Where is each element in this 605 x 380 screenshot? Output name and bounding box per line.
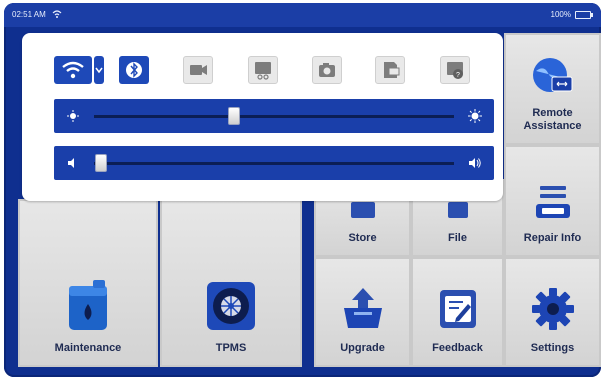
settings-tile[interactable]: Settings [504, 257, 601, 367]
file-label: File [448, 232, 467, 244]
tpms-tile[interactable]: TPMS [160, 199, 302, 367]
screenshot-icon [255, 62, 271, 80]
status-bar: 02:51 AM 100% [4, 3, 601, 27]
repair-info-icon [535, 186, 570, 218]
repair-info-label: Repair Info [523, 232, 582, 244]
store-icon [350, 202, 375, 218]
file-icon [447, 202, 468, 218]
volume-track [94, 162, 454, 165]
camera-button[interactable] [312, 56, 342, 84]
volume-high-icon [469, 158, 481, 168]
remote-assistance-label: Remote Assistance [523, 107, 582, 132]
maintenance-label: Maintenance [54, 342, 122, 354]
sd-card-button[interactable] [375, 56, 405, 84]
wifi-icon [62, 61, 84, 79]
repair-info-tile[interactable]: Repair Info [504, 145, 601, 257]
bluetooth-toggle[interactable] [119, 56, 149, 84]
bluetooth-icon [126, 62, 142, 78]
tpms-icon [207, 282, 255, 330]
maintenance-icon [69, 280, 107, 330]
remote-assistance-tile[interactable]: Remote Assistance [504, 33, 601, 145]
volume-low-icon [68, 158, 74, 168]
brightness-slider[interactable] [54, 99, 494, 133]
feedback-icon [439, 290, 476, 328]
upgrade-icon [343, 288, 382, 328]
battery-icon [575, 11, 593, 19]
maintenance-tile[interactable]: Maintenance [18, 199, 158, 367]
svg-text:?: ? [456, 72, 460, 79]
feedback-label: Feedback [432, 342, 483, 354]
settings-gear-icon [531, 288, 574, 330]
camera-icon [319, 63, 335, 77]
volume-thumb[interactable] [95, 154, 108, 172]
brightness-low-icon [67, 110, 79, 122]
tablet-screen: 02:51 AM 100% Remote Assistance Repair I… [4, 3, 601, 377]
volume-slider[interactable] [54, 146, 494, 180]
battery-percent: 100% [550, 10, 571, 19]
status-time: 02:51 AM [12, 10, 46, 19]
store-label: Store [348, 232, 377, 244]
remote-assistance-icon [532, 58, 572, 92]
feedback-tile[interactable]: Feedback [411, 257, 504, 367]
screen-record-icon [190, 65, 207, 75]
upgrade-tile[interactable]: Upgrade [314, 257, 411, 367]
screenshot-button[interactable] [248, 56, 278, 84]
wifi-dropdown-button[interactable] [94, 56, 104, 84]
sd-card-icon [384, 62, 400, 78]
help-button[interactable]: ? [440, 56, 470, 84]
upgrade-label: Upgrade [340, 342, 385, 354]
tpms-label: TPMS [215, 342, 247, 354]
dropdown-arrow-icon [95, 67, 103, 74]
brightness-high-icon [468, 109, 482, 123]
brightness-track [94, 115, 454, 118]
brightness-thumb[interactable] [228, 107, 241, 125]
help-icon: ? [447, 62, 463, 79]
status-wifi-icon [52, 10, 62, 18]
settings-label: Settings [530, 342, 575, 354]
screen-record-button[interactable] [183, 56, 213, 84]
wifi-toggle[interactable] [54, 56, 92, 84]
quick-settings-panel: ? [22, 33, 503, 201]
